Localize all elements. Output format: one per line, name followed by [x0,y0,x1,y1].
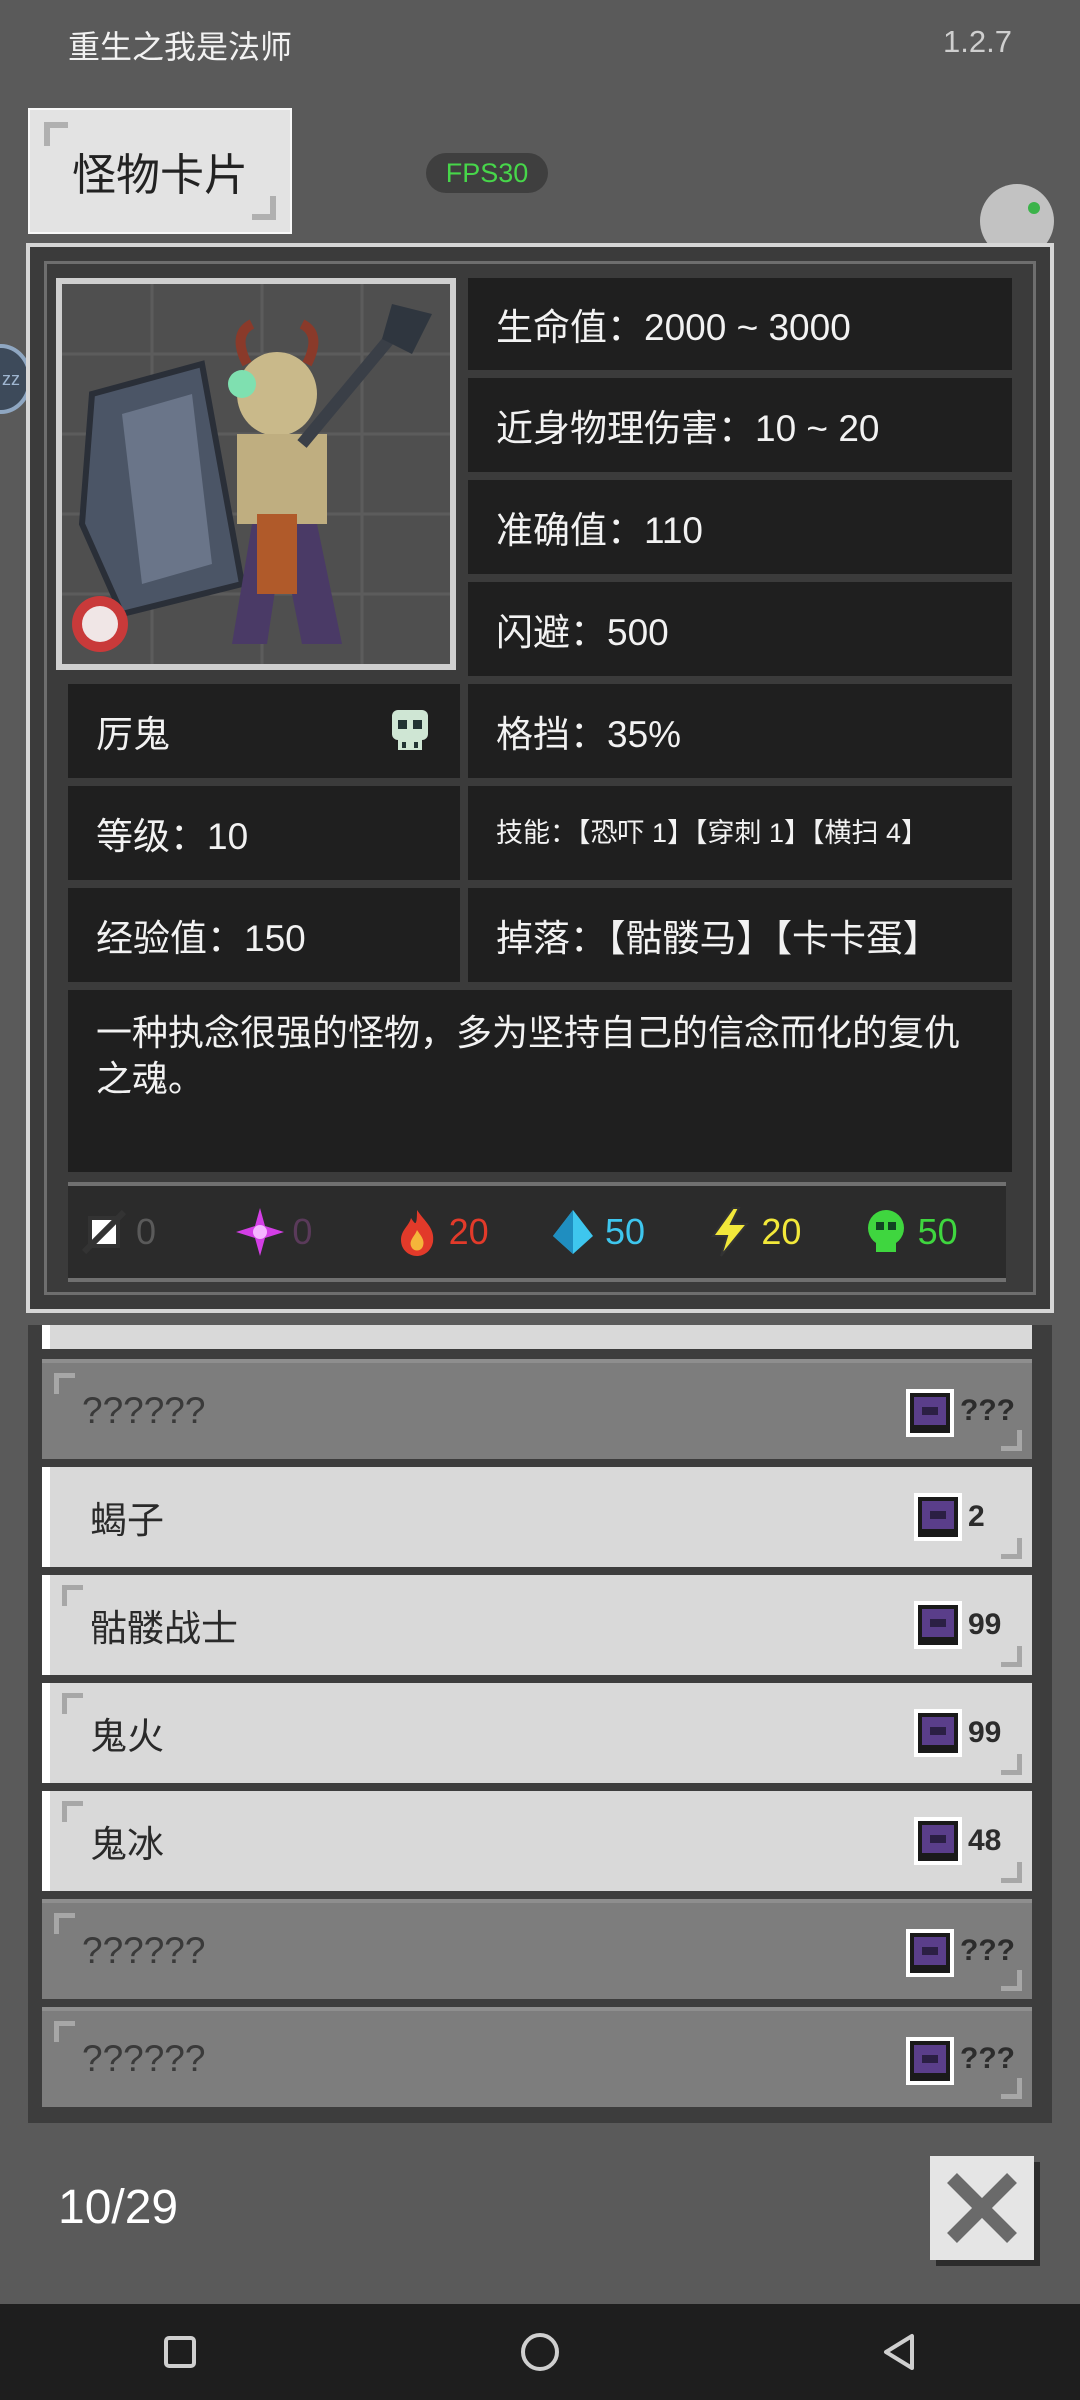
monster-card-icon [906,1929,954,1977]
water-icon [552,1210,593,1254]
page-counter: 10/29 [58,2181,179,2234]
monster-card-icon [914,1493,962,1541]
ghost-demon-sprite [62,284,450,664]
monster-description: 一种执念很强的怪物，多为坚持自己的信念而化的复仇之魂。 [68,990,1012,1172]
stat-drops: 掉落：【骷髅马】【卡卡蛋】 [468,888,1012,982]
stat-hp: 生命值：2000 ~ 3000 [468,278,1012,370]
monster-list[interactable]: ?????? ??? 蝎子 2 骷髅战士 99 鬼火 99 鬼冰 48 ????… [28,1325,1052,2123]
resistance-poison: 50 [860,1206,1006,1258]
close-button[interactable] [930,2156,1034,2260]
monster-level: 等级：10 [68,786,460,880]
monster-card-icon [914,1817,962,1865]
list-item[interactable]: 鬼火 99 [42,1683,1032,1783]
resistance-physical: 0 [78,1206,224,1258]
close-icon [947,2173,1017,2243]
resistance-arcane: 0 [234,1206,380,1258]
lightning-icon [711,1207,750,1257]
stat-dodge: 闪避：500 [468,582,1012,676]
monster-exp: 经验值：150 [68,888,460,982]
stat-skills: 技能：【恐吓 1】【穿刺 1】【横扫 4】 [468,786,1012,880]
monster-name: 厉鬼 [96,714,170,755]
skull-icon [392,710,428,750]
list-item[interactable]: ?????? ??? [42,1899,1032,1999]
monster-name-cell: 厉鬼 [68,684,460,778]
list-item[interactable]: 骷髅战士 99 [42,1575,1032,1675]
stat-block: 格挡：35% [468,684,1012,778]
list-item[interactable]: ?????? ??? [42,1359,1032,1459]
stat-accuracy: 准确值：110 [468,480,1012,574]
fps-badge: FPS30 [426,153,548,193]
monster-card-icon [906,2037,954,2085]
monster-portrait [56,278,456,670]
monster-card-icon [914,1601,962,1649]
resistance-water: 50 [547,1206,693,1258]
fire-icon [400,1210,433,1256]
back-icon[interactable] [870,2322,930,2382]
monster-card-title-button[interactable]: 怪物卡片 [28,108,292,234]
resistance-lightning: 20 [703,1206,849,1258]
resistance-fire: 20 [391,1206,537,1258]
app-version: 1.2.7 [943,24,1012,59]
title-label: 怪物卡片 [72,151,248,200]
list-item[interactable]: ?????? ??? [42,2007,1032,2107]
recent-apps-icon[interactable] [150,2322,210,2382]
system-navigation-bar [0,2304,1080,2400]
list-item[interactable]: 蝎子 2 [42,1467,1032,1567]
physical-icon [81,1209,127,1255]
app-title: 重生之我是法师 [68,29,293,65]
resistance-bar: 0 0 20 50 20 50 [68,1182,1006,1282]
list-item[interactable]: 鬼冰 48 [42,1791,1032,1891]
poison-icon [867,1210,904,1252]
home-icon[interactable] [510,2322,570,2382]
monster-card-icon [914,1709,962,1757]
arcane-icon [236,1208,285,1256]
monster-card-icon [906,1389,954,1437]
stat-melee-damage: 近身物理伤害：10 ~ 20 [468,378,1012,472]
